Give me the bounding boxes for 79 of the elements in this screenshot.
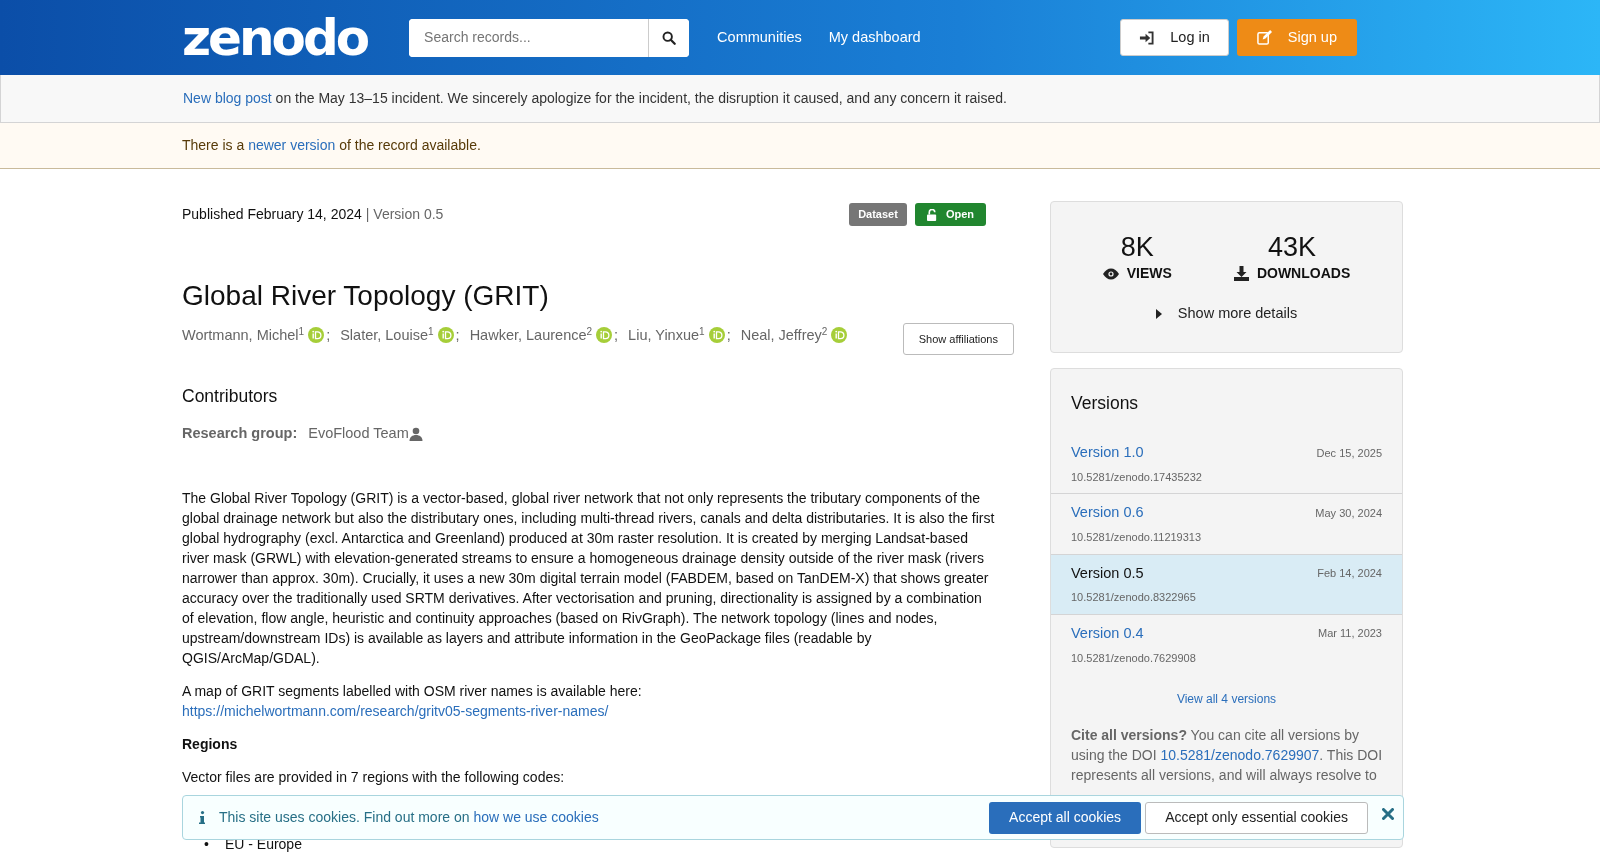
version-item[interactable]: Version 0.5 Feb 14, 2024 10.5281/zenodo.8322965	[1051, 554, 1402, 615]
regions-text: Vector files are provided in 7 regions with the following codes:	[182, 767, 566, 787]
resource-type-badge: Dataset	[849, 203, 907, 226]
version-label: | Version 0.5	[365, 205, 444, 224]
close-icon	[1382, 807, 1394, 820]
description-paragraph: The Global River Topology (GRIT) is a vector-based, global river network that not only represents the tributary components of the global drainage network but also the distributary ones, including multi-thread rivers, canals and delta distributaries. It is also the first global hydrography (excl. Antarctica and Greenland) produced at 30m raster resolution. It is created by merging Landsat-based river mask (GRWL) with elevation-generated streams to ensure a homogeneous drainage density outside of the river mask (rivers narrower than approx. 30m). Crucially, it uses a new 30m digital terrain model (FABDEM, based on TanDEM-X) that shows greater accuracy over the traditionally used SRTM derivatives. After vectorisation and pruning, directionality is assigned by a combination of elevation, flow angle, heuristic and continuity approaches (based on RivGraph). The network topology (lines and nodes, upstream/downstream IDs) is available as layers and attribute information in the GeoPackage files (readable by QGIS/ArcMap/GDAL).	[182, 488, 996, 668]
unlock-icon	[926, 208, 938, 221]
login-button[interactable]: Log in	[1120, 19, 1229, 56]
caret-icon	[1155, 308, 1162, 319]
version-label: Version 0.5	[1071, 563, 1144, 583]
access-badge: Open	[914, 203, 986, 226]
map-link[interactable]: https://michelwortmann.com/research/gritv05-segments-river-names/	[182, 702, 609, 719]
orcid-icon	[708, 327, 725, 344]
record-title: Global River Topology (GRIT)	[182, 279, 550, 313]
download-icon	[1233, 266, 1249, 281]
cookie-policy-link[interactable]: how we use cookies	[473, 809, 599, 825]
separator: ;	[455, 325, 460, 345]
version-doi: 10.5281/zenodo.7629908	[1071, 650, 1197, 666]
accept-essential-cookies-button[interactable]: Accept only essential cookies	[1145, 801, 1368, 834]
search-field[interactable]: Search records...	[409, 18, 690, 57]
info-icon	[199, 811, 205, 824]
version-notice: There is a newer version of the record available.	[182, 136, 481, 155]
search-icon	[662, 30, 677, 45]
doi-link[interactable]: 10.5281/zenodo.7629907	[1160, 747, 1320, 763]
research-group-name: EvoFlood Team	[308, 424, 409, 444]
stat-value: 8K	[1120, 234, 1154, 261]
view-all-versions-link[interactable]: View all 4 versions	[1176, 690, 1277, 708]
stat-label: DOWNLOADS	[1256, 264, 1351, 283]
show-more-details-toggle[interactable]: Show more details	[1149, 302, 1304, 326]
version-label[interactable]: Version 0.6	[1071, 502, 1144, 524]
show-affiliations-button[interactable]: Show affiliations	[902, 322, 1014, 356]
publication-date: Published February 14, 2024	[182, 205, 362, 224]
version-label[interactable]: Version 1.0	[1071, 442, 1144, 464]
author-link[interactable]: Hawker, Laurence$^{2}$	[469, 324, 593, 347]
nav-link[interactable]: Communities	[717, 26, 802, 49]
orcid-icon	[308, 327, 325, 344]
version-item[interactable]: Version 0.4 Mar 11, 2023 10.5281/zenodo.7629908	[1051, 614, 1402, 674]
logo[interactable]: zenodo	[182, 12, 368, 63]
bullet: •	[204, 836, 209, 852]
separator: ;	[726, 325, 731, 345]
announcement-text: New blog post on the May 13–15 incident. We sincerely apologize for the incident, the disruption it caused, and any concern it raised.	[183, 89, 1007, 108]
orcid-icon	[831, 327, 848, 344]
author-link[interactable]: Liu, Yinxue$^{1}$	[628, 324, 705, 347]
versions-heading: Versions	[1071, 393, 1140, 414]
version-date: May 30, 2024	[1315, 505, 1382, 521]
cite-all-versions-text: Cite all versions? You can cite all versions by using the DOI 10.5281/zenodo.7629907. This DOI represents all versions, and will always resolve to	[1071, 726, 1384, 785]
version-item[interactable]: Version 0.6 May 30, 2024 10.5281/zenodo.11219313	[1051, 494, 1402, 555]
author-link[interactable]: Slater, Louise$^{1}$	[340, 324, 434, 347]
newer-version-link[interactable]: newer version	[248, 137, 336, 153]
version-label[interactable]: Version 0.4	[1071, 622, 1144, 645]
orcid-icon	[437, 327, 454, 344]
search-button[interactable]	[648, 18, 690, 57]
accept-all-cookies-button[interactable]: Accept all cookies	[989, 801, 1142, 834]
version-doi: 10.5281/zenodo.8322965	[1071, 590, 1197, 606]
separator: ;	[614, 325, 619, 345]
version-item[interactable]: Version 1.0 Dec 15, 2025 10.5281/zenodo.17435232	[1051, 434, 1402, 495]
stat-label: VIEWS	[1126, 264, 1172, 283]
nav-link[interactable]: My dashboard	[828, 26, 921, 49]
map-paragraph: A map of GRIT segments labelled with OSM river names is available here: https://michelwortmann.com/research/gritv05-segments-river-names/	[182, 681, 643, 721]
author-link[interactable]: Wortmann, Michel$^{1}$	[182, 324, 305, 347]
version-date: Feb 14, 2024	[1317, 566, 1382, 582]
blog-post-link[interactable]: New blog post	[183, 90, 272, 106]
sign-in-icon	[1139, 30, 1155, 45]
cookie-notice-text: This site uses cookies. Find out more on how we use cookies	[219, 808, 599, 827]
version-doi: 10.5281/zenodo.17435232	[1071, 469, 1203, 485]
contributors-heading: Contributors	[182, 386, 279, 408]
eye-icon	[1102, 267, 1119, 280]
orcid-icon	[596, 327, 613, 344]
version-date: Mar 11, 2023	[1318, 626, 1382, 642]
version-date: Dec 15, 2025	[1316, 445, 1382, 461]
author-link[interactable]: Neal, Jeffrey$^{2}$	[740, 324, 828, 347]
regions-heading: Regions	[182, 734, 239, 754]
edit-icon	[1256, 30, 1272, 45]
person-icon	[408, 426, 423, 441]
research-group-label: Research group:	[182, 424, 298, 444]
stat-value: 43K	[1268, 234, 1317, 261]
separator: ;	[326, 325, 331, 345]
version-doi: 10.5281/zenodo.11219313	[1071, 530, 1203, 545]
close-button[interactable]	[1382, 807, 1394, 820]
